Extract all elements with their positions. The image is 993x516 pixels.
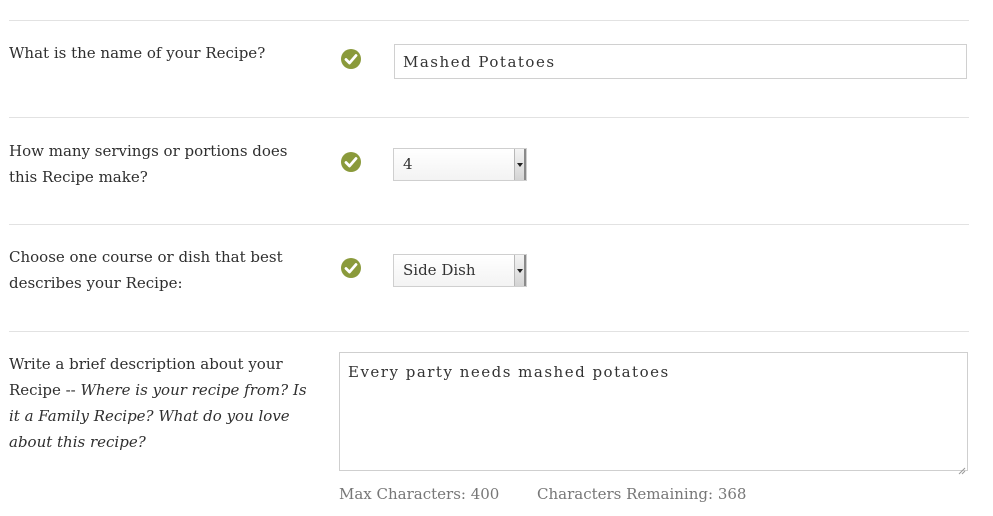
chevron-down-icon[interactable] xyxy=(514,255,526,286)
recipe-form: What is the name of your Recipe? How man… xyxy=(0,0,993,516)
course-label: Choose one course or dish that best desc… xyxy=(9,248,283,292)
divider xyxy=(9,331,969,332)
check-circle-icon xyxy=(340,151,362,173)
course-selected-value: Side Dish xyxy=(403,261,476,279)
resize-grip-icon[interactable] xyxy=(957,460,966,475)
servings-label: How many servings or portions does this … xyxy=(9,142,288,186)
check-circle-icon xyxy=(340,257,362,279)
servings-selected-value: 4 xyxy=(403,155,413,173)
max-characters-text: Max Characters: 400 xyxy=(339,485,500,503)
characters-remaining-text: Characters Remaining: 368 xyxy=(537,485,747,503)
description-textarea[interactable]: Every party needs mashed potatoes xyxy=(339,352,968,471)
divider xyxy=(9,224,969,225)
description-label: Write a brief description about your Rec… xyxy=(9,351,314,455)
recipe-name-label: What is the name of your Recipe? xyxy=(9,44,266,62)
divider xyxy=(9,20,969,21)
servings-select[interactable]: 4 xyxy=(393,148,527,181)
chevron-down-icon[interactable] xyxy=(514,149,526,180)
divider xyxy=(9,117,969,118)
recipe-name-input[interactable] xyxy=(394,44,967,79)
course-select[interactable]: Side Dish xyxy=(393,254,527,287)
check-circle-icon xyxy=(340,48,362,70)
